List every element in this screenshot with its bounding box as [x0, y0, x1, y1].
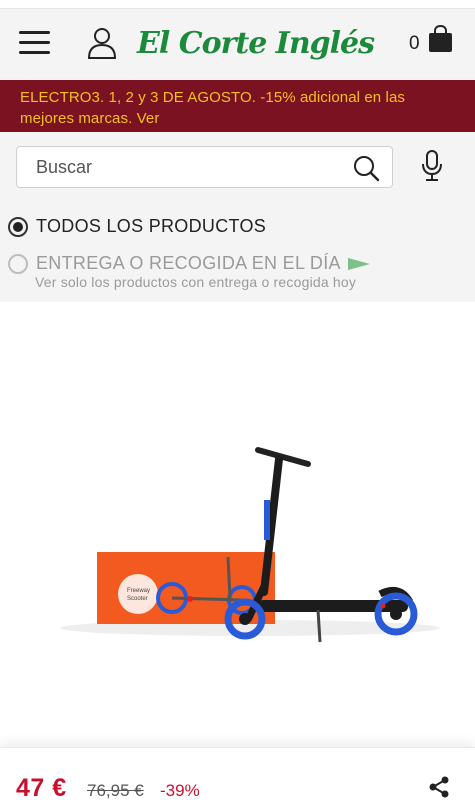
- filter-same-day-label: ENTREGA O RECOGIDA EN EL DÍA: [36, 253, 341, 273]
- price-current: 47 €: [16, 774, 67, 802]
- microphone-icon[interactable]: [420, 150, 444, 182]
- menu-icon[interactable]: [19, 31, 50, 55]
- search-input[interactable]: [36, 157, 336, 178]
- brand-logo[interactable]: El Corte Inglés: [137, 19, 375, 69]
- brand-logo-text: El Corte Inglés: [137, 26, 375, 61]
- filter-all-products[interactable]: TODOS LOS PRODUCTOS: [8, 216, 266, 237]
- discount-badge: -39%: [160, 781, 200, 800]
- same-day-note: Ver solo los productos con entrega o rec…: [35, 274, 357, 290]
- box-text-1: Freeway: [127, 588, 150, 594]
- promo-text: ELECTRO3. 1, 2 y 3 DE AGOSTO. -15% adici…: [20, 89, 405, 127]
- search-box[interactable]: [16, 146, 393, 188]
- search-filter-area: TODOS LOS PRODUCTOS ENTREGA O RECOGIDA E…: [0, 132, 475, 302]
- box-text-2: Scooter: [127, 596, 148, 602]
- search-icon[interactable]: [352, 154, 380, 182]
- flag-icon: [347, 257, 370, 270]
- cart-count: 0: [409, 33, 420, 54]
- filter-same-day[interactable]: ENTREGA O RECOGIDA EN EL DÍA: [8, 253, 371, 274]
- price-bar: 47 € 76,95 € -39%: [0, 747, 475, 809]
- product-image[interactable]: Freeway Scooter: [0, 302, 475, 747]
- user-icon[interactable]: [87, 27, 117, 59]
- promo-banner[interactable]: ELECTRO3. 1, 2 y 3 DE AGOSTO. -15% adici…: [0, 80, 475, 132]
- header: El Corte Inglés 0: [0, 8, 475, 80]
- price-old: 76,95 €: [87, 781, 144, 800]
- filter-all-products-label: TODOS LOS PRODUCTOS: [36, 216, 267, 236]
- radio-checked-icon[interactable]: [8, 216, 28, 237]
- radio-unchecked-icon[interactable]: [8, 253, 28, 274]
- scooter-image: Freeway Scooter: [60, 447, 440, 643]
- share-icon[interactable]: [428, 776, 450, 798]
- shopping-bag-icon[interactable]: [428, 25, 453, 53]
- page: El Corte Inglés 0 ELECTRO3. 1, 2 y 3 DE …: [0, 0, 475, 809]
